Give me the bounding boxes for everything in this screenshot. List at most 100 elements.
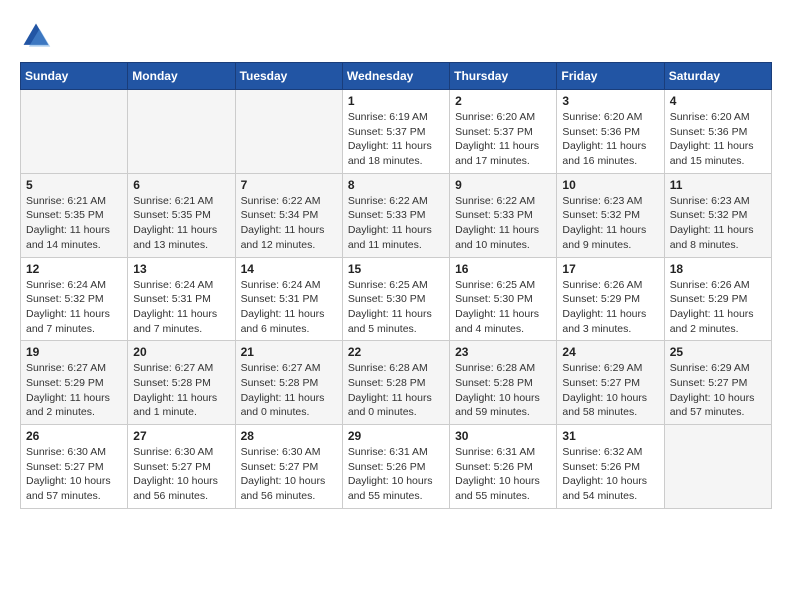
calendar-cell: 8 Sunrise: 6:22 AM Sunset: 5:33 PM Daylig… bbox=[342, 173, 449, 257]
calendar-cell: 26 Sunrise: 6:30 AM Sunset: 5:27 PM Dayli… bbox=[21, 425, 128, 509]
day-info: Sunrise: 6:30 AM Sunset: 5:27 PM Dayligh… bbox=[241, 445, 337, 504]
day-info: Sunrise: 6:25 AM Sunset: 5:30 PM Dayligh… bbox=[348, 278, 444, 337]
day-number: 18 bbox=[670, 262, 766, 276]
day-info: Sunrise: 6:24 AM Sunset: 5:31 PM Dayligh… bbox=[133, 278, 229, 337]
calendar-cell: 18 Sunrise: 6:26 AM Sunset: 5:29 PM Dayli… bbox=[664, 257, 771, 341]
day-info: Sunrise: 6:31 AM Sunset: 5:26 PM Dayligh… bbox=[455, 445, 551, 504]
day-info: Sunrise: 6:27 AM Sunset: 5:28 PM Dayligh… bbox=[133, 361, 229, 420]
day-info: Sunrise: 6:29 AM Sunset: 5:27 PM Dayligh… bbox=[670, 361, 766, 420]
calendar-week-1: 1 Sunrise: 6:19 AM Sunset: 5:37 PM Daylig… bbox=[21, 90, 772, 174]
calendar-cell: 28 Sunrise: 6:30 AM Sunset: 5:27 PM Dayli… bbox=[235, 425, 342, 509]
calendar-week-5: 26 Sunrise: 6:30 AM Sunset: 5:27 PM Dayli… bbox=[21, 425, 772, 509]
day-number: 20 bbox=[133, 345, 229, 359]
calendar-cell: 31 Sunrise: 6:32 AM Sunset: 5:26 PM Dayli… bbox=[557, 425, 664, 509]
calendar-cell: 13 Sunrise: 6:24 AM Sunset: 5:31 PM Dayli… bbox=[128, 257, 235, 341]
weekday-header-wednesday: Wednesday bbox=[342, 63, 449, 90]
logo bbox=[20, 20, 56, 52]
day-number: 5 bbox=[26, 178, 122, 192]
day-info: Sunrise: 6:22 AM Sunset: 5:33 PM Dayligh… bbox=[455, 194, 551, 253]
day-number: 22 bbox=[348, 345, 444, 359]
day-number: 7 bbox=[241, 178, 337, 192]
calendar-cell: 7Sunrise: 6:22 AM Sunset: 5:34 PM Daylig… bbox=[235, 173, 342, 257]
day-info: Sunrise: 6:21 AM Sunset: 5:35 PM Dayligh… bbox=[133, 194, 229, 253]
calendar-cell: 27 Sunrise: 6:30 AM Sunset: 5:27 PM Dayli… bbox=[128, 425, 235, 509]
day-info: Sunrise: 6:19 AM Sunset: 5:37 PM Dayligh… bbox=[348, 110, 444, 169]
day-info: Sunrise: 6:20 AM Sunset: 5:37 PM Dayligh… bbox=[455, 110, 551, 169]
calendar-cell: 9 Sunrise: 6:22 AM Sunset: 5:33 PM Daylig… bbox=[450, 173, 557, 257]
calendar-cell: 16 Sunrise: 6:25 AM Sunset: 5:30 PM Dayli… bbox=[450, 257, 557, 341]
weekday-header-saturday: Saturday bbox=[664, 63, 771, 90]
calendar-cell: 29 Sunrise: 6:31 AM Sunset: 5:26 PM Dayli… bbox=[342, 425, 449, 509]
day-info: Sunrise: 6:27 AM Sunset: 5:28 PM Dayligh… bbox=[241, 361, 337, 420]
day-number: 17 bbox=[562, 262, 658, 276]
logo-icon bbox=[20, 20, 52, 52]
day-info: Sunrise: 6:25 AM Sunset: 5:30 PM Dayligh… bbox=[455, 278, 551, 337]
day-number: 16 bbox=[455, 262, 551, 276]
day-info: Sunrise: 6:30 AM Sunset: 5:27 PM Dayligh… bbox=[133, 445, 229, 504]
calendar-week-4: 19 Sunrise: 6:27 AM Sunset: 5:29 PM Dayli… bbox=[21, 341, 772, 425]
calendar-cell bbox=[664, 425, 771, 509]
calendar-cell: 25Sunrise: 6:29 AM Sunset: 5:27 PM Dayli… bbox=[664, 341, 771, 425]
day-info: Sunrise: 6:31 AM Sunset: 5:26 PM Dayligh… bbox=[348, 445, 444, 504]
calendar-cell bbox=[128, 90, 235, 174]
calendar-cell: 3 Sunrise: 6:20 AM Sunset: 5:36 PM Daylig… bbox=[557, 90, 664, 174]
day-info: Sunrise: 6:23 AM Sunset: 5:32 PM Dayligh… bbox=[670, 194, 766, 253]
day-number: 24 bbox=[562, 345, 658, 359]
calendar-cell: 6 Sunrise: 6:21 AM Sunset: 5:35 PM Daylig… bbox=[128, 173, 235, 257]
weekday-header-row: SundayMondayTuesdayWednesdayThursdayFrid… bbox=[21, 63, 772, 90]
weekday-header-tuesday: Tuesday bbox=[235, 63, 342, 90]
calendar-cell bbox=[235, 90, 342, 174]
day-number: 27 bbox=[133, 429, 229, 443]
day-number: 23 bbox=[455, 345, 551, 359]
weekday-header-sunday: Sunday bbox=[21, 63, 128, 90]
day-number: 12 bbox=[26, 262, 122, 276]
day-number: 1 bbox=[348, 94, 444, 108]
day-number: 2 bbox=[455, 94, 551, 108]
calendar-cell bbox=[21, 90, 128, 174]
weekday-header-thursday: Thursday bbox=[450, 63, 557, 90]
day-info: Sunrise: 6:27 AM Sunset: 5:29 PM Dayligh… bbox=[26, 361, 122, 420]
day-number: 4 bbox=[670, 94, 766, 108]
calendar-cell: 21 Sunrise: 6:27 AM Sunset: 5:28 PM Dayli… bbox=[235, 341, 342, 425]
calendar-cell: 1 Sunrise: 6:19 AM Sunset: 5:37 PM Daylig… bbox=[342, 90, 449, 174]
calendar-cell: 22Sunrise: 6:28 AM Sunset: 5:28 PM Dayli… bbox=[342, 341, 449, 425]
day-info: Sunrise: 6:26 AM Sunset: 5:29 PM Dayligh… bbox=[670, 278, 766, 337]
calendar-cell: 20 Sunrise: 6:27 AM Sunset: 5:28 PM Dayli… bbox=[128, 341, 235, 425]
day-info: Sunrise: 6:28 AM Sunset: 5:28 PM Dayligh… bbox=[455, 361, 551, 420]
calendar-cell: 23 Sunrise: 6:28 AM Sunset: 5:28 PM Dayli… bbox=[450, 341, 557, 425]
calendar-week-3: 12Sunrise: 6:24 AM Sunset: 5:32 PM Dayli… bbox=[21, 257, 772, 341]
calendar-cell: 4 Sunrise: 6:20 AM Sunset: 5:36 PM Daylig… bbox=[664, 90, 771, 174]
day-number: 6 bbox=[133, 178, 229, 192]
day-number: 19 bbox=[26, 345, 122, 359]
day-number: 13 bbox=[133, 262, 229, 276]
calendar-cell: 19 Sunrise: 6:27 AM Sunset: 5:29 PM Dayli… bbox=[21, 341, 128, 425]
calendar-cell: 5 Sunrise: 6:21 AM Sunset: 5:35 PM Daylig… bbox=[21, 173, 128, 257]
day-number: 26 bbox=[26, 429, 122, 443]
day-info: Sunrise: 6:22 AM Sunset: 5:33 PM Dayligh… bbox=[348, 194, 444, 253]
calendar-week-2: 5 Sunrise: 6:21 AM Sunset: 5:35 PM Daylig… bbox=[21, 173, 772, 257]
day-info: Sunrise: 6:32 AM Sunset: 5:26 PM Dayligh… bbox=[562, 445, 658, 504]
day-number: 11 bbox=[670, 178, 766, 192]
calendar-table: SundayMondayTuesdayWednesdayThursdayFrid… bbox=[20, 62, 772, 509]
day-number: 8 bbox=[348, 178, 444, 192]
day-info: Sunrise: 6:21 AM Sunset: 5:35 PM Dayligh… bbox=[26, 194, 122, 253]
day-number: 21 bbox=[241, 345, 337, 359]
day-info: Sunrise: 6:30 AM Sunset: 5:27 PM Dayligh… bbox=[26, 445, 122, 504]
day-number: 29 bbox=[348, 429, 444, 443]
day-info: Sunrise: 6:29 AM Sunset: 5:27 PM Dayligh… bbox=[562, 361, 658, 420]
day-info: Sunrise: 6:23 AM Sunset: 5:32 PM Dayligh… bbox=[562, 194, 658, 253]
day-info: Sunrise: 6:20 AM Sunset: 5:36 PM Dayligh… bbox=[562, 110, 658, 169]
weekday-header-monday: Monday bbox=[128, 63, 235, 90]
day-number: 15 bbox=[348, 262, 444, 276]
day-number: 31 bbox=[562, 429, 658, 443]
day-number: 3 bbox=[562, 94, 658, 108]
day-number: 9 bbox=[455, 178, 551, 192]
calendar-cell: 11 Sunrise: 6:23 AM Sunset: 5:32 PM Dayli… bbox=[664, 173, 771, 257]
calendar-cell: 14 Sunrise: 6:24 AM Sunset: 5:31 PM Dayli… bbox=[235, 257, 342, 341]
day-number: 14 bbox=[241, 262, 337, 276]
calendar-cell: 17Sunrise: 6:26 AM Sunset: 5:29 PM Dayli… bbox=[557, 257, 664, 341]
day-number: 28 bbox=[241, 429, 337, 443]
day-info: Sunrise: 6:24 AM Sunset: 5:31 PM Dayligh… bbox=[241, 278, 337, 337]
day-info: Sunrise: 6:20 AM Sunset: 5:36 PM Dayligh… bbox=[670, 110, 766, 169]
calendar-cell: 15 Sunrise: 6:25 AM Sunset: 5:30 PM Dayli… bbox=[342, 257, 449, 341]
